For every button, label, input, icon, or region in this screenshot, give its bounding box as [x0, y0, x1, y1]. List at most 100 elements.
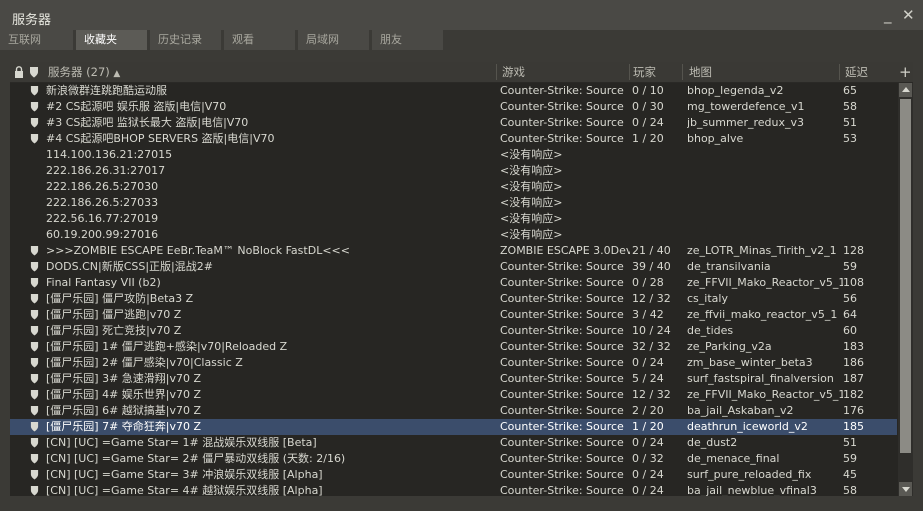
col-game[interactable]: 游戏 — [502, 62, 525, 82]
col-players[interactable]: 玩家 — [633, 62, 656, 82]
tab-spectate[interactable]: 观看 — [224, 30, 296, 50]
server-row[interactable]: #4 CS起源吧BHOP SERVERS 盗版|电信|V70 Counter-St… — [10, 131, 897, 147]
server-name: [僵尸乐园] 死亡竞技|v70 Z — [46, 324, 182, 337]
server-row[interactable]: Final Fantasy VII (b2) Counter-Strike: So… — [10, 275, 897, 291]
server-row[interactable]: 114.100.136.21:27015 <没有响应> — [10, 147, 897, 163]
server-row[interactable]: 222.186.26.31:27017 <没有响应> — [10, 163, 897, 179]
server-map: bhop_legenda_v2 — [687, 84, 784, 97]
shield-icon[interactable] — [29, 66, 39, 78]
server-game: Counter-Strike: Source — [500, 484, 624, 496]
server-row[interactable]: [CN] [UC] =Game Star= 1# 混战娱乐双线服 [Beta] C… — [10, 435, 897, 451]
favorite-shield-icon — [30, 451, 42, 467]
scroll-up-button[interactable] — [899, 83, 912, 97]
lock-icon[interactable] — [14, 66, 24, 78]
server-map: ba_jail_newblue_vfinal3 — [687, 484, 817, 496]
server-map: de_transilvania — [687, 260, 771, 273]
chevron-up-icon — [902, 87, 910, 92]
tab-friends[interactable]: 朋友 — [372, 30, 444, 50]
server-ping: 58 — [843, 484, 857, 496]
tab-history[interactable]: 历史记录 — [150, 30, 222, 50]
favorite-shield-icon — [30, 355, 42, 371]
window-title: 服务器 — [12, 13, 52, 28]
scroll-thumb[interactable] — [900, 99, 911, 453]
server-ping: 128 — [843, 244, 864, 257]
favorite-shield-icon — [30, 99, 42, 115]
server-ping: 51 — [843, 436, 857, 449]
add-server-button[interactable]: + — [899, 62, 912, 82]
server-row[interactable]: 新浪微群连跳跑酷运动服 Counter-Strike: Source 0 / 10 b… — [10, 83, 897, 99]
server-map: cs_italy — [687, 292, 728, 305]
column-divider[interactable] — [629, 64, 630, 80]
favorite-shield-icon — [30, 259, 42, 275]
server-row[interactable]: [僵尸乐园] 死亡竞技|v70 Z Counter-Strike: Source 1… — [10, 323, 897, 339]
server-row[interactable]: [僵尸乐园] 2# 僵尸感染|v70|Classic Z Counter-Stri… — [10, 355, 897, 371]
server-row[interactable]: [僵尸乐园] 4# 娱乐世界|v70 Z Counter-Strike: Sour… — [10, 387, 897, 403]
server-row[interactable]: [CN] [UC] =Game Star= 3# 冲浪娱乐双线服 [Alpha]… — [10, 467, 897, 483]
tab-bar: 互联网 收藏夹 历史记录 观看 局域网 朋友 — [0, 30, 923, 50]
server-row[interactable]: #2 CS起源吧 娱乐服 盗版|电信|V70 Counter-Strike: So… — [10, 99, 897, 115]
server-ping: 187 — [843, 372, 864, 385]
tab-lan[interactable]: 局域网 — [298, 30, 370, 50]
server-row[interactable]: [僵尸乐园] 6# 越狱搞基|v70 Z Counter-Strike: Sour… — [10, 403, 897, 419]
server-name: 新浪微群连跳跑酷运动服 — [46, 84, 167, 97]
server-game: Counter-Strike: Source — [500, 132, 624, 145]
vertical-scrollbar[interactable] — [898, 83, 913, 496]
server-map: ze_Parking_v2a — [687, 340, 772, 353]
server-list: 新浪微群连跳跑酷运动服 Counter-Strike: Source 0 / 10 b… — [10, 83, 897, 496]
server-row[interactable]: DODS.CN|新版CSS|正版|混战2# Counter-Strike: Sou… — [10, 259, 897, 275]
col-ping[interactable]: 延迟 — [845, 62, 868, 82]
server-row[interactable]: 60.19.200.99:27016 <没有响应> — [10, 227, 897, 243]
server-name: 114.100.136.21:27015 — [46, 148, 173, 161]
server-row[interactable]: [CN] [UC] =Game Star= 2# 僵尸暴动双线服 (天数: 2/… — [10, 451, 897, 467]
server-row[interactable]: [CN] [UC] =Game Star= 4# 越狱娱乐双线服 [Alpha]… — [10, 483, 897, 496]
server-map: ze_LOTR_Minas_Tirith_v2_1 — [687, 244, 837, 257]
server-row[interactable]: 222.56.16.77:27019 <没有响应> — [10, 211, 897, 227]
tab-internet[interactable]: 互联网 — [0, 30, 74, 50]
server-ping: 65 — [843, 84, 857, 97]
server-players: 0 / 32 — [632, 452, 664, 465]
server-players: 0 / 24 — [632, 116, 664, 129]
col-map[interactable]: 地图 — [689, 62, 712, 82]
server-map: bhop_alve — [687, 132, 744, 145]
server-ping: 64 — [843, 308, 857, 321]
server-row[interactable]: 222.186.26.5:27030 <没有响应> — [10, 179, 897, 195]
server-map: de_tides — [687, 324, 734, 337]
favorite-shield-icon — [30, 131, 42, 147]
server-row[interactable]: [僵尸乐园] 7# 夺命狂奔|v70 Z Counter-Strike: Sour… — [10, 419, 897, 435]
server-row[interactable]: #3 CS起源吧 监狱长最大 盗版|电信|V70 Counter-Strike: … — [10, 115, 897, 131]
column-divider[interactable] — [839, 64, 840, 80]
close-button[interactable]: ✕ — [902, 6, 915, 24]
server-name: [CN] [UC] =Game Star= 3# 冲浪娱乐双线服 [Alpha] — [46, 468, 323, 481]
tab-favorites[interactable]: 收藏夹 — [76, 30, 148, 50]
server-map: de_dust2 — [687, 436, 738, 449]
favorite-shield-icon — [30, 403, 42, 419]
server-row[interactable]: [僵尸乐园] 僵尸攻防|Beta3 Z Counter-Strike: Sourc… — [10, 291, 897, 307]
sort-asc-icon: ▲ — [113, 69, 121, 79]
column-divider[interactable] — [682, 64, 683, 80]
server-row[interactable]: >>>ZOMBIE ESCAPE EeBr.TeaM™ NoBlock Fast… — [10, 243, 897, 259]
server-players: 10 / 24 — [632, 324, 671, 337]
server-players: 12 / 32 — [632, 388, 671, 401]
column-divider[interactable] — [496, 64, 497, 80]
minimize-button[interactable]: _ — [884, 6, 892, 24]
favorite-shield-icon — [30, 419, 42, 435]
server-name: 222.186.26.5:27030 — [46, 180, 159, 193]
server-row[interactable]: [僵尸乐园] 3# 急速滑翔|v70 Z Counter-Strike: Sour… — [10, 371, 897, 387]
server-map: de_menace_final — [687, 452, 780, 465]
server-players: 32 / 32 — [632, 340, 671, 353]
favorite-shield-icon — [30, 323, 42, 339]
col-server[interactable]: 服务器 (27) ▲ — [48, 62, 120, 82]
server-row[interactable]: [僵尸乐园] 僵尸逃跑|v70 Z Counter-Strike: Source 3… — [10, 307, 897, 323]
server-game: Counter-Strike: Source — [500, 340, 624, 353]
server-ping: 56 — [843, 292, 857, 305]
server-name: [僵尸乐园] 僵尸攻防|Beta3 Z — [46, 292, 194, 305]
server-ping: 185 — [843, 420, 864, 433]
server-map: jb_summer_redux_v3 — [687, 116, 804, 129]
server-game: Counter-Strike: Source — [500, 260, 624, 273]
server-row[interactable]: [僵尸乐园] 1# 僵尸逃跑+感染|v70|Reloaded Z Counter-… — [10, 339, 897, 355]
scroll-down-button[interactable] — [899, 482, 912, 496]
server-players: 0 / 10 — [632, 84, 664, 97]
server-players: 39 / 40 — [632, 260, 671, 273]
server-row[interactable]: 222.186.26.5:27033 <没有响应> — [10, 195, 897, 211]
server-ping: 51 — [843, 116, 857, 129]
